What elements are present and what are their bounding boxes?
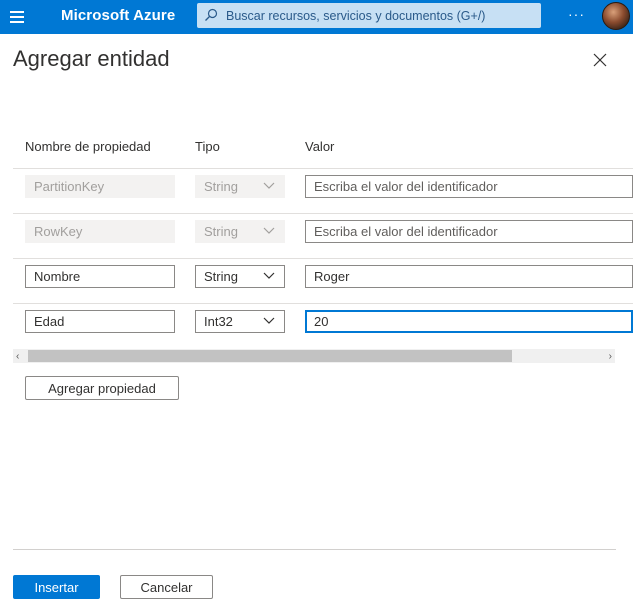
insert-button[interactable]: Insertar: [13, 575, 100, 599]
more-options-icon[interactable]: ···: [568, 6, 585, 22]
horizontal-scrollbar[interactable]: ‹ ›: [13, 349, 615, 363]
property-name-input-rowkey: [25, 220, 175, 243]
column-header-value: Valor: [305, 139, 335, 154]
top-navigation-bar: Microsoft Azure ···: [0, 0, 633, 34]
row-divider: [13, 168, 633, 169]
property-name-input-nombre[interactable]: [25, 265, 175, 288]
type-dropdown-rowkey: String: [195, 220, 285, 243]
cancel-button[interactable]: Cancelar: [120, 575, 213, 599]
user-avatar[interactable]: [602, 2, 630, 30]
type-dropdown-value: String: [204, 224, 238, 239]
close-icon[interactable]: [590, 50, 610, 70]
value-input-edad[interactable]: [305, 310, 633, 333]
row-divider: [13, 213, 633, 214]
chevron-down-icon: [263, 227, 275, 234]
type-dropdown-nombre[interactable]: String: [195, 265, 285, 288]
type-dropdown-value: String: [204, 269, 238, 284]
property-name-input-partitionkey: [25, 175, 175, 198]
chevron-down-icon: [263, 182, 275, 189]
brand-title[interactable]: Microsoft Azure: [61, 7, 175, 24]
hamburger-menu-icon[interactable]: [10, 11, 24, 23]
chevron-down-icon: [263, 272, 275, 279]
search-icon: [205, 8, 218, 21]
value-input-partitionkey[interactable]: [305, 175, 633, 198]
scroll-right-icon[interactable]: ›: [609, 351, 612, 362]
type-dropdown-partitionkey: String: [195, 175, 285, 198]
type-dropdown-value: Int32: [204, 314, 233, 329]
type-dropdown-edad[interactable]: Int32: [195, 310, 285, 333]
search-input[interactable]: [226, 3, 536, 28]
type-dropdown-value: String: [204, 179, 238, 194]
add-property-button[interactable]: Agregar propiedad: [25, 376, 179, 400]
scrollbar-thumb[interactable]: [28, 350, 512, 362]
chevron-down-icon: [263, 317, 275, 324]
row-divider: [13, 303, 633, 304]
page-title: Agregar entidad: [13, 46, 170, 71]
global-search-box[interactable]: [197, 3, 541, 28]
column-header-property: Nombre de propiedad: [25, 139, 151, 154]
value-input-nombre[interactable]: [305, 265, 633, 288]
column-header-type: Tipo: [195, 139, 220, 154]
scroll-left-icon[interactable]: ‹: [16, 351, 19, 362]
row-divider: [13, 258, 633, 259]
property-name-input-edad[interactable]: [25, 310, 175, 333]
footer-divider: [13, 549, 616, 550]
value-input-rowkey[interactable]: [305, 220, 633, 243]
